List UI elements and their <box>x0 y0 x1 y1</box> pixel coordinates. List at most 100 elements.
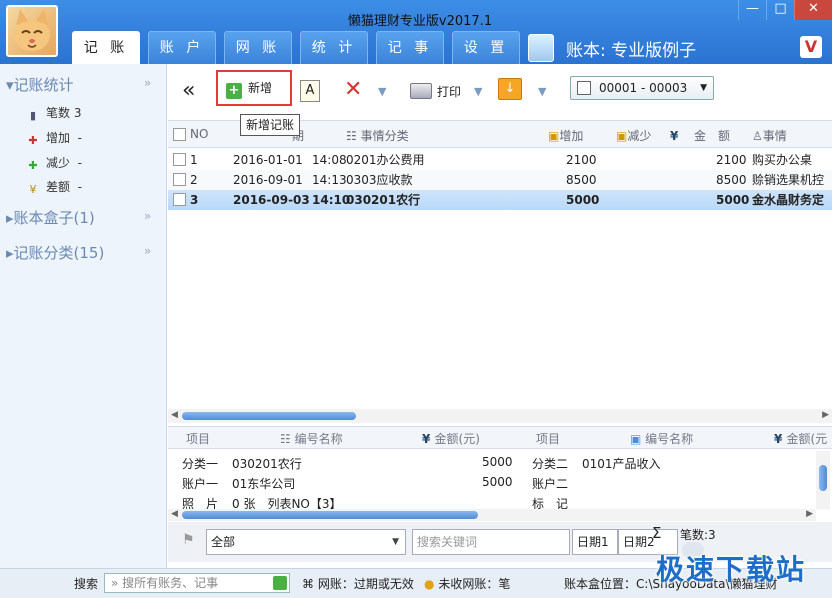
new-entry-button[interactable]: + 新增 <box>216 70 292 106</box>
detail-col-code-name2: ▣ 编号名称 <box>630 432 694 446</box>
tab-settings[interactable]: 设 置 <box>452 31 520 64</box>
scroll-left-icon[interactable]: ◀ <box>171 509 178 519</box>
export-icon[interactable]: ↓ <box>498 78 522 100</box>
record-range-select[interactable]: 00001 - 00003 ▼ <box>570 76 714 100</box>
tab-notes[interactable]: 记 事 <box>376 31 444 64</box>
detail-amount: 5000 <box>482 455 513 469</box>
delete-icon[interactable]: ✕ <box>344 78 362 106</box>
pages-icon <box>577 81 591 95</box>
row-checkbox[interactable] <box>173 153 186 166</box>
col-increase[interactable]: ▣增加 <box>548 127 583 144</box>
detail-header: 项目 ☷ 编号名称 ¥ 金额(元) 项目 ▣ 编号名称 ¥ 金额(元 <box>168 427 832 449</box>
detail-value: 01东华公司 <box>232 477 296 491</box>
collapse-chevron-icon[interactable]: » <box>144 209 151 223</box>
table-row[interactable]: 2 2016-09-01 14:13 0303应收款 8500 8500 赊销选… <box>168 170 832 190</box>
yen-icon: ¥ <box>774 432 787 446</box>
keyword-input[interactable]: 搜索关键词 <box>412 529 570 555</box>
cell-amount: 5000 <box>716 193 750 207</box>
scroll-thumb[interactable] <box>819 465 827 491</box>
search-go-icon[interactable] <box>273 576 287 590</box>
cell-no: 1 <box>190 153 198 167</box>
delete-dropdown-icon[interactable]: ▼ <box>378 78 386 106</box>
tab-statistics[interactable]: 统 计 <box>300 31 368 64</box>
sidebar-section-stats[interactable]: ▾记账统计 <box>6 74 74 95</box>
flag-icon[interactable]: ⚑ <box>182 532 195 548</box>
chevron-down-icon: ▼ <box>392 537 399 547</box>
unreceived-status[interactable]: ● 未收网账：笔 <box>424 575 510 592</box>
print-button[interactable]: 打印 <box>410 78 461 106</box>
detail-col-amount: ¥ 金额(元) <box>422 432 480 446</box>
tab-accounts[interactable]: 账 户 <box>148 31 216 64</box>
table-horizontal-scrollbar[interactable]: ◀ ▶ <box>168 409 832 423</box>
tab-net-accounts[interactable]: 网 账 <box>224 31 292 64</box>
edit-icon[interactable]: A <box>300 80 320 102</box>
select-all-checkbox[interactable] <box>173 128 186 141</box>
cell-time: 14:08 <box>312 153 347 167</box>
col-category[interactable]: ☷ 事情分类 <box>346 127 409 144</box>
table-row-selected[interactable]: 3 2016-09-03 14:10 030201农行 5000 5000 金水… <box>168 190 832 210</box>
sidebar: ▾记账统计 » ▮ 笔数 3 ✚ 增加 - ✚ 减少 - ¥ 差额 - ▸账本盒子(1)… <box>0 64 167 568</box>
sidebar-item-difference[interactable]: ¥ 差额 - <box>26 178 83 196</box>
decrease-icon: ✚ <box>28 159 38 172</box>
scroll-thumb[interactable] <box>182 511 478 519</box>
col-amount[interactable]: ¥ 金 额 <box>670 127 730 144</box>
toolbar: « + 新增 A ✕ ▼ 打印 ▼ ↓ ▼ 00001 - 00003 ▼ <box>168 64 832 118</box>
person-icon: ♙ <box>752 129 763 143</box>
ledger-icon <box>528 34 554 62</box>
export-dropdown-icon[interactable]: ▼ <box>538 78 546 106</box>
cell-category: 0201办公费用 <box>346 153 425 167</box>
sidebar-item-count[interactable]: ▮ 笔数 3 <box>26 104 82 122</box>
list-icon: ☷ <box>346 129 361 143</box>
window-title: 懒猫理财专业版v2017.1 <box>347 14 493 29</box>
entries-table: NO 期 ☷ 事情分类 ▣增加 ▣减少 ¥ 金 额 ♙事情 1 2016-01-… <box>168 120 832 424</box>
sidebar-section-categories[interactable]: ▸记账分类(15) <box>6 242 104 263</box>
scope-select[interactable]: 全部 ▼ <box>206 529 406 555</box>
detail-value: 030201农行 <box>232 457 302 471</box>
detail-col-amount2: ¥ 金额(元 <box>774 432 828 446</box>
detail-vertical-scrollbar[interactable] <box>816 451 830 509</box>
col-decrease[interactable]: ▣减少 <box>616 127 651 144</box>
app-logo <box>6 5 58 57</box>
print-dropdown-icon[interactable]: ▼ <box>474 78 482 106</box>
cell-amount: 2100 <box>716 153 747 167</box>
detail-amount: 5000 <box>482 475 513 489</box>
sidebar-item-increase[interactable]: ✚ 增加 - <box>26 129 82 147</box>
sidebar-item-decrease[interactable]: ✚ 减少 - <box>26 154 82 172</box>
increase-icon: ✚ <box>28 134 38 147</box>
col-no[interactable]: NO <box>190 127 208 141</box>
scroll-left-icon[interactable]: ◀ <box>171 410 178 420</box>
global-search-input[interactable]: » 搜所有账务、记事 <box>104 573 290 593</box>
title-bar: 懒猫理财专业版v2017.1 — □ ✕ 记 账 账 户 网 账 统 计 记 事… <box>0 0 832 64</box>
detail-label: 分类一 <box>182 457 219 471</box>
scroll-right-icon[interactable]: ▶ <box>806 509 813 519</box>
maximize-button[interactable]: □ <box>766 0 794 20</box>
new-entry-tooltip: 新增记账 <box>240 114 301 136</box>
sidebar-section-ledger-box[interactable]: ▸账本盒子(1) <box>6 207 95 228</box>
detail-col-code-name: ☷ 编号名称 <box>280 432 343 446</box>
collapse-chevron-icon[interactable]: » <box>144 244 151 258</box>
chevron-right-icon: » <box>111 576 119 590</box>
cell-date: 2016-09-01 <box>233 173 303 187</box>
scroll-right-icon[interactable]: ▶ <box>822 410 829 420</box>
list-icon: ☷ <box>280 432 295 446</box>
back-chevron-icon[interactable]: « <box>182 78 195 106</box>
minimize-button[interactable]: — <box>738 0 766 20</box>
col-matter[interactable]: ♙事情 <box>752 127 787 144</box>
row-checkbox[interactable] <box>173 173 186 186</box>
brand-v-icon[interactable]: V <box>800 36 822 58</box>
date1-field[interactable]: 日期1 <box>572 529 618 555</box>
table-row[interactable]: 1 2016-01-01 14:08 0201办公费用 2100 2100 购买… <box>168 150 832 170</box>
close-button[interactable]: ✕ <box>794 0 832 20</box>
net-account-status[interactable]: ⌘ 网账：过期或无效 <box>302 575 414 592</box>
scroll-thumb[interactable] <box>182 412 356 420</box>
search-label: 搜索 <box>74 577 99 591</box>
tab-bookkeeping[interactable]: 记 账 <box>72 31 140 64</box>
decrease-icon: ▣ <box>616 129 628 143</box>
row-checkbox[interactable] <box>173 193 186 206</box>
plus-icon: + <box>226 83 242 99</box>
detail-horizontal-scrollbar[interactable]: ◀ ▶ <box>168 509 816 521</box>
detail-label: 账户二 <box>532 477 569 491</box>
cell-time: 14:13 <box>312 173 347 187</box>
collapse-chevron-icon[interactable]: » <box>144 76 151 90</box>
cell-no: 3 <box>190 193 199 207</box>
